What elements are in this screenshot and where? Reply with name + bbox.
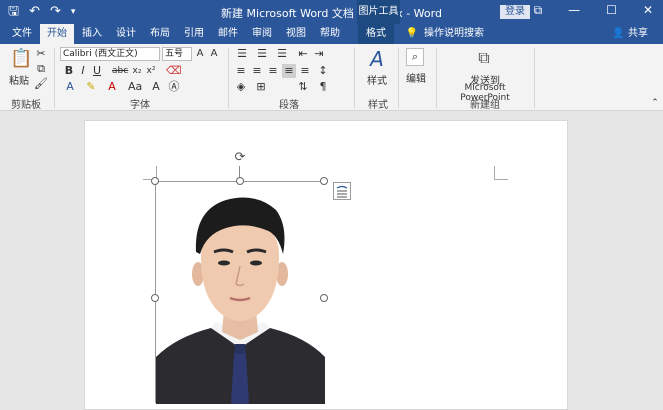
justify-icon[interactable]: ≡ <box>282 64 296 78</box>
superscript-icon[interactable]: x² <box>146 64 156 78</box>
lightbulb-icon: 💡 <box>405 28 419 39</box>
layout-options-icon <box>336 185 348 198</box>
align-left-icon[interactable]: ≡ <box>234 64 248 78</box>
tab-layout[interactable]: 布局 <box>146 24 174 44</box>
ribbon-tabs: 文件 开始 插入 设计 布局 引用 邮件 审阅 视图 帮助 格式 💡 操作说明搜… <box>0 24 663 44</box>
ribbon-home: 📋 粘贴 ✂ ⧉ 🖌 剪贴板 Calibri (西文正文) 五号 A A B I… <box>0 44 663 111</box>
picture-tools-label: 图片工具 <box>357 0 400 24</box>
group-label-styles: 样式 <box>368 100 388 111</box>
group-label-clipboard: 剪贴板 <box>11 100 41 111</box>
underline-icon[interactable]: U <box>92 64 102 78</box>
layout-options-button[interactable] <box>333 182 351 200</box>
collapse-ribbon-icon[interactable]: ⌃ <box>650 96 660 110</box>
grow-font-icon[interactable]: A <box>194 47 206 61</box>
selected-picture[interactable] <box>155 181 325 404</box>
minimize-icon[interactable]: — <box>568 3 580 18</box>
tab-review[interactable]: 审阅 <box>248 24 276 44</box>
close-icon[interactable]: ✕ <box>643 3 653 18</box>
portrait-photo <box>156 182 325 404</box>
resize-handle-right[interactable] <box>320 294 328 302</box>
signin-button[interactable]: 登录 <box>500 5 530 19</box>
subscript-icon[interactable]: x₂ <box>132 64 142 78</box>
borders-icon[interactable]: ⊞ <box>254 80 268 94</box>
tab-references[interactable]: 引用 <box>180 24 208 44</box>
character-shading-icon[interactable]: A <box>150 80 162 94</box>
italic-icon[interactable]: I <box>78 64 88 78</box>
find-icon[interactable]: ⌕ <box>406 48 424 66</box>
clear-formatting-icon[interactable]: ⌫ <box>166 64 182 78</box>
resize-handle-left[interactable] <box>151 294 159 302</box>
tab-design[interactable]: 设计 <box>112 24 140 44</box>
font-name-dropdown[interactable]: Calibri (西文正文) <box>60 47 160 61</box>
editing-button-label[interactable]: 编辑 <box>402 70 430 85</box>
styles-button-label[interactable]: 样式 <box>362 72 392 87</box>
bullets-icon[interactable]: ☰ <box>234 47 250 61</box>
group-label-newgroup: 新建组 <box>470 100 500 111</box>
separator <box>398 48 399 108</box>
cut-icon[interactable]: ✂ <box>34 47 48 61</box>
numbering-icon[interactable]: ☰ <box>254 47 270 61</box>
margin-corner-mark <box>494 166 508 180</box>
format-painter-icon[interactable]: 🖌 <box>34 77 48 91</box>
show-marks-icon[interactable]: ¶ <box>316 80 330 94</box>
tab-insert[interactable]: 插入 <box>78 24 106 44</box>
font-size-dropdown[interactable]: 五号 <box>162 47 192 61</box>
multilevel-list-icon[interactable]: ☰ <box>274 47 290 61</box>
group-label-paragraph: 段落 <box>279 100 299 111</box>
share-button[interactable]: 共享 <box>628 24 654 44</box>
distributed-icon[interactable]: ≡ <box>298 64 312 78</box>
resize-handle-top-left[interactable] <box>151 177 159 185</box>
tab-home[interactable]: 开始 <box>40 24 74 44</box>
change-case-icon[interactable]: Aa <box>128 80 142 94</box>
paste-button-label[interactable]: 粘贴 <box>6 72 32 87</box>
align-right-icon[interactable]: ≡ <box>266 64 280 78</box>
resize-handle-top-right[interactable] <box>320 177 328 185</box>
separator <box>436 48 437 108</box>
tab-format[interactable]: 格式 <box>358 24 394 44</box>
shrink-font-icon[interactable]: A <box>208 47 220 61</box>
align-center-icon[interactable]: ≡ <box>250 64 264 78</box>
font-color-icon[interactable]: A <box>106 80 118 94</box>
highlight-icon[interactable]: ✎ <box>84 80 98 94</box>
maximize-icon[interactable]: ☐ <box>606 3 617 18</box>
title-bar: 🖫 ↶ ↷ ▾ 新建 Microsoft Word 文档 (8).docx - … <box>0 0 663 24</box>
separator <box>54 48 55 108</box>
strikethrough-icon[interactable]: abc <box>112 64 128 78</box>
copy-icon[interactable]: ⧉ <box>34 62 48 76</box>
group-label-font: 字体 <box>130 100 150 111</box>
send-to-powerpoint-icon[interactable]: ⧉ <box>474 48 494 68</box>
styles-icon[interactable]: A <box>366 48 388 70</box>
window-controls: ⧉ — ☐ ✕ <box>534 3 653 18</box>
shading-icon[interactable]: ◈ <box>234 80 248 94</box>
person-icon: 👤 <box>612 28 625 39</box>
ribbon-display-icon[interactable]: ⧉ <box>534 3 543 18</box>
resize-handle-top[interactable] <box>236 177 244 185</box>
separator <box>354 48 355 108</box>
increase-indent-icon[interactable]: ⇥ <box>312 47 326 61</box>
tab-file[interactable]: 文件 <box>8 24 36 44</box>
separator <box>228 48 229 108</box>
decrease-indent-icon[interactable]: ⇤ <box>296 47 310 61</box>
separator <box>534 48 535 108</box>
line-spacing-icon[interactable]: ↕ <box>316 64 330 78</box>
tab-help[interactable]: 帮助 <box>316 24 344 44</box>
sort-icon[interactable]: ⇅ <box>296 80 310 94</box>
text-effects-icon[interactable]: A <box>64 80 76 94</box>
paste-icon[interactable]: 📋 <box>10 48 32 70</box>
enclose-character-icon[interactable]: Ⓐ <box>168 80 180 94</box>
bold-icon[interactable]: B <box>64 64 74 78</box>
tell-me-search[interactable]: 操作说明搜索 <box>424 24 494 44</box>
tab-view[interactable]: 视图 <box>282 24 310 44</box>
tab-mailings[interactable]: 邮件 <box>214 24 242 44</box>
rotate-handle-icon[interactable]: ⟳ <box>232 150 248 166</box>
